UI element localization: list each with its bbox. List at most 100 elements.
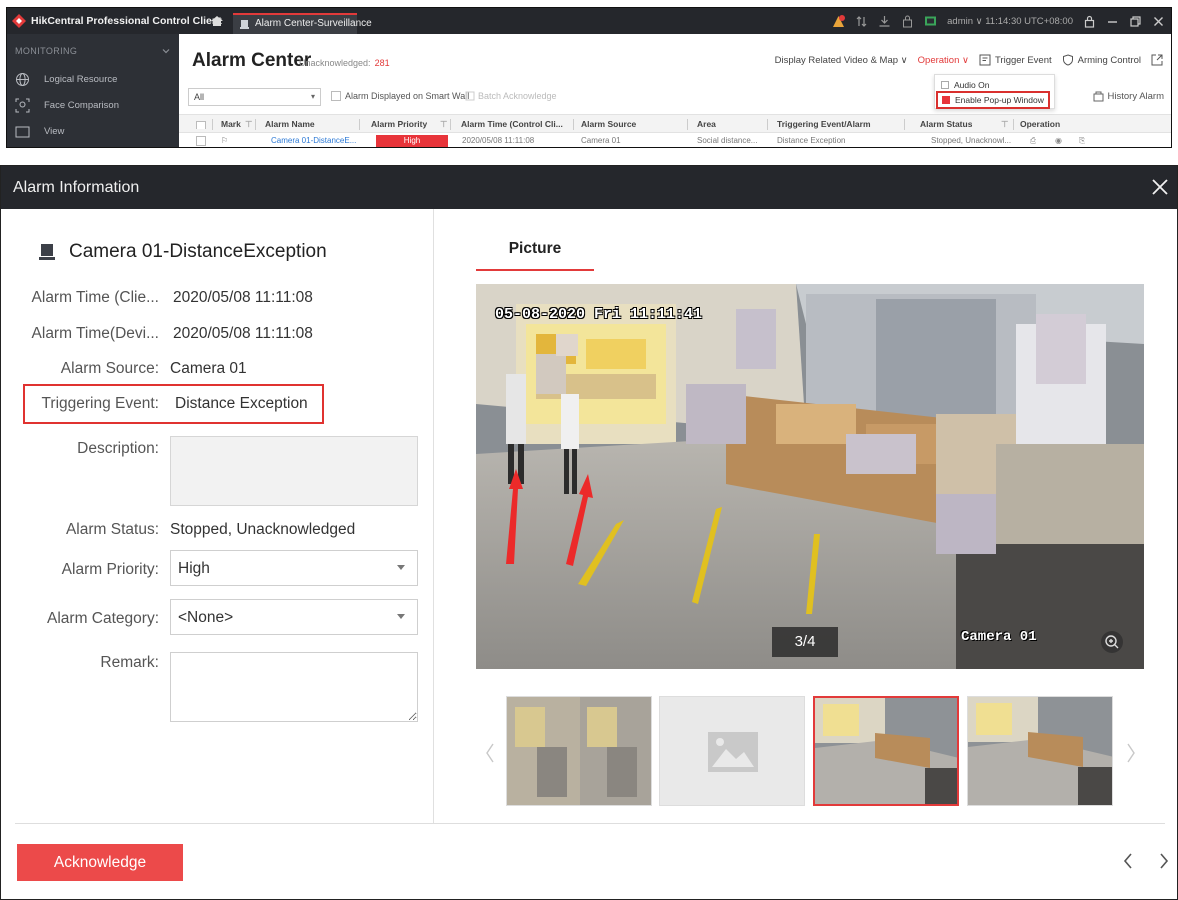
sidebar-item-label: Face Comparison xyxy=(44,100,119,111)
tab-picture[interactable]: Picture xyxy=(476,240,594,258)
alarm-time-device-label: Alarm Time(Devi... xyxy=(31,325,159,342)
alarm-name-link[interactable]: Camera 01-DistanceE... xyxy=(271,133,359,147)
osd-camera-name: Camera 01 xyxy=(961,629,1037,645)
sidebar-item-label: View xyxy=(44,126,65,137)
column-header-alarm-name[interactable]: Alarm Name xyxy=(265,115,315,132)
camera-icon xyxy=(39,244,55,260)
zoom-in-icon[interactable] xyxy=(1100,630,1124,654)
picture-counter: 3/4 xyxy=(772,627,838,657)
smart-wall-checkbox[interactable]: Alarm Displayed on Smart Wall xyxy=(331,91,469,101)
column-header-alarm-time[interactable]: Alarm Time (Control Cli... xyxy=(461,115,573,132)
column-header-area[interactable]: Area xyxy=(697,115,716,132)
alarm-priority-select[interactable]: High xyxy=(170,550,418,586)
thumbnail-2[interactable] xyxy=(659,696,805,806)
unack-value: 281 xyxy=(374,58,390,68)
alarm-center-icon xyxy=(240,20,249,29)
user-lock-icon[interactable] xyxy=(901,15,914,28)
row-checkbox[interactable] xyxy=(196,133,206,147)
batch-acknowledge-button[interactable]: Batch Acknowledge xyxy=(465,91,557,101)
previous-alarm-icon[interactable] xyxy=(1121,850,1135,872)
history-alarm-icon xyxy=(1093,91,1104,102)
app-name: HikCentral Professional Control Client xyxy=(31,15,222,27)
column-header-triggering-event[interactable]: Triggering Event/Alarm xyxy=(777,115,871,132)
close-icon[interactable] xyxy=(1149,176,1171,198)
minimize-icon[interactable] xyxy=(1106,15,1119,28)
column-header-alarm-source[interactable]: Alarm Source xyxy=(581,115,636,132)
sidebar-item-face-comparison[interactable]: Face Comparison xyxy=(7,93,179,119)
thumbnail-3[interactable] xyxy=(813,696,959,806)
alarm-time-device-value: 2020/05/08 11:11:08 xyxy=(173,325,313,342)
menu-item-enable-popup[interactable]: Enable Pop-up Window xyxy=(936,91,1050,109)
arming-control-button[interactable]: Arming Control xyxy=(1062,54,1141,66)
alarm-center-main: Alarm Center Unacknowledged: 281 Display … xyxy=(179,34,1171,147)
dialog-divider xyxy=(433,209,434,823)
home-icon[interactable] xyxy=(210,14,224,28)
user-time-info[interactable]: admin ∨ 11:14:30 UTC+08:00 xyxy=(947,16,1073,27)
sidebar-item-view[interactable]: View xyxy=(7,119,179,145)
checkbox-checked-icon xyxy=(942,96,950,104)
remark-textarea[interactable] xyxy=(170,652,418,722)
titlebar-right-controls: admin ∨ 11:14:30 UTC+08:00 xyxy=(832,12,1165,30)
monitor-green-icon[interactable] xyxy=(924,15,937,28)
alarm-status-label: Alarm Status: xyxy=(65,521,159,538)
filter-icon[interactable]: ⊤ xyxy=(1001,115,1008,132)
chevron-down-icon[interactable] xyxy=(161,46,171,56)
menu-item-audio-on[interactable]: Audio On xyxy=(941,80,989,90)
alarm-status-value: Stopped, Unacknowledged xyxy=(170,521,356,538)
dropdown-arrow-icon xyxy=(397,614,405,619)
transfer-icon[interactable] xyxy=(855,15,868,28)
thumbnail-4[interactable] xyxy=(967,696,1113,806)
export-icon[interactable]: ⎘ xyxy=(1079,133,1085,147)
lock-icon[interactable] xyxy=(1083,15,1096,28)
description-label: Description: xyxy=(77,440,159,457)
next-alarm-icon[interactable] xyxy=(1157,850,1171,872)
sidebar: MONITORING Logical Resource Face Compari… xyxy=(7,34,179,147)
chevron-right-icon[interactable] xyxy=(1126,741,1136,765)
tab-alarm-center-surveillance[interactable]: Alarm Center-Surveillance xyxy=(233,13,372,34)
chevron-left-icon[interactable] xyxy=(485,741,495,765)
acknowledge-button[interactable]: Acknowledge xyxy=(17,844,183,881)
filter-icon[interactable]: ⊤ xyxy=(440,115,447,132)
alarm-picture-viewer[interactable]: 05-08-2020 Fri 11:11:41 Camera 01 3/4 xyxy=(476,284,1144,669)
alarm-filter-select[interactable]: All ▾ xyxy=(188,88,321,106)
playback-icon[interactable]: ◉ xyxy=(1055,133,1062,147)
alarm-time-client-label: Alarm Time (Clie... xyxy=(31,289,159,306)
display-related-video-map-button[interactable]: Display Related Video & Map ∨ xyxy=(775,55,908,66)
alarm-notification-icon[interactable] xyxy=(832,14,846,28)
alarm-information-dialog: Alarm Information Camera 01-DistanceExce… xyxy=(0,165,1178,900)
column-header-alarm-status[interactable]: Alarm Status xyxy=(920,115,972,132)
trigger-event-button[interactable]: Trigger Event xyxy=(979,54,1052,66)
camera-alarm-title: Camera 01-DistanceException xyxy=(69,241,327,262)
thumbnail-1[interactable] xyxy=(506,696,652,806)
alarm-category-select[interactable]: <None> xyxy=(170,599,418,635)
audio-on-label: Audio On xyxy=(954,80,990,90)
dialog-title: Alarm Information xyxy=(13,179,140,196)
thumbnail-image xyxy=(815,698,957,804)
download-icon[interactable] xyxy=(878,15,891,28)
alarm-priority-value: High xyxy=(178,560,210,577)
select-all-checkbox[interactable] xyxy=(196,119,206,129)
filter-value: All xyxy=(194,92,205,102)
close-icon[interactable] xyxy=(1152,15,1165,28)
flag-icon[interactable]: ⚐ xyxy=(221,133,228,147)
alarm-source-label: Alarm Source: xyxy=(60,360,159,377)
title-bar: HikCentral Professional Control Client A… xyxy=(7,8,1171,34)
tab-active-indicator xyxy=(476,269,594,271)
view-alarm-icon[interactable]: ⎙ xyxy=(1030,133,1036,147)
enable-popup-label: Enable Pop-up Window xyxy=(955,95,1044,105)
filter-icon[interactable]: ⊤ xyxy=(245,115,252,132)
history-alarm-button[interactable]: History Alarm xyxy=(1093,91,1164,102)
description-field xyxy=(170,436,418,506)
alarm-info-heading: Camera 01-DistanceException xyxy=(39,241,327,263)
restore-icon[interactable] xyxy=(1129,15,1142,28)
operation-menu-button[interactable]: Operation ∨ xyxy=(918,55,969,66)
sidebar-item-logical-resource[interactable]: Logical Resource xyxy=(7,67,179,93)
column-header-alarm-priority[interactable]: Alarm Priority xyxy=(371,115,427,132)
table-row[interactable]: ⚐ Camera 01-DistanceE... High 2020/05/08… xyxy=(179,133,1171,147)
image-placeholder-icon xyxy=(660,697,804,805)
checkbox-icon xyxy=(331,91,341,101)
column-header-mark[interactable]: Mark xyxy=(221,115,241,132)
external-window-icon[interactable] xyxy=(1151,54,1163,66)
batch-acknowledge-icon xyxy=(465,91,475,101)
thumbnail-image xyxy=(968,697,1112,805)
